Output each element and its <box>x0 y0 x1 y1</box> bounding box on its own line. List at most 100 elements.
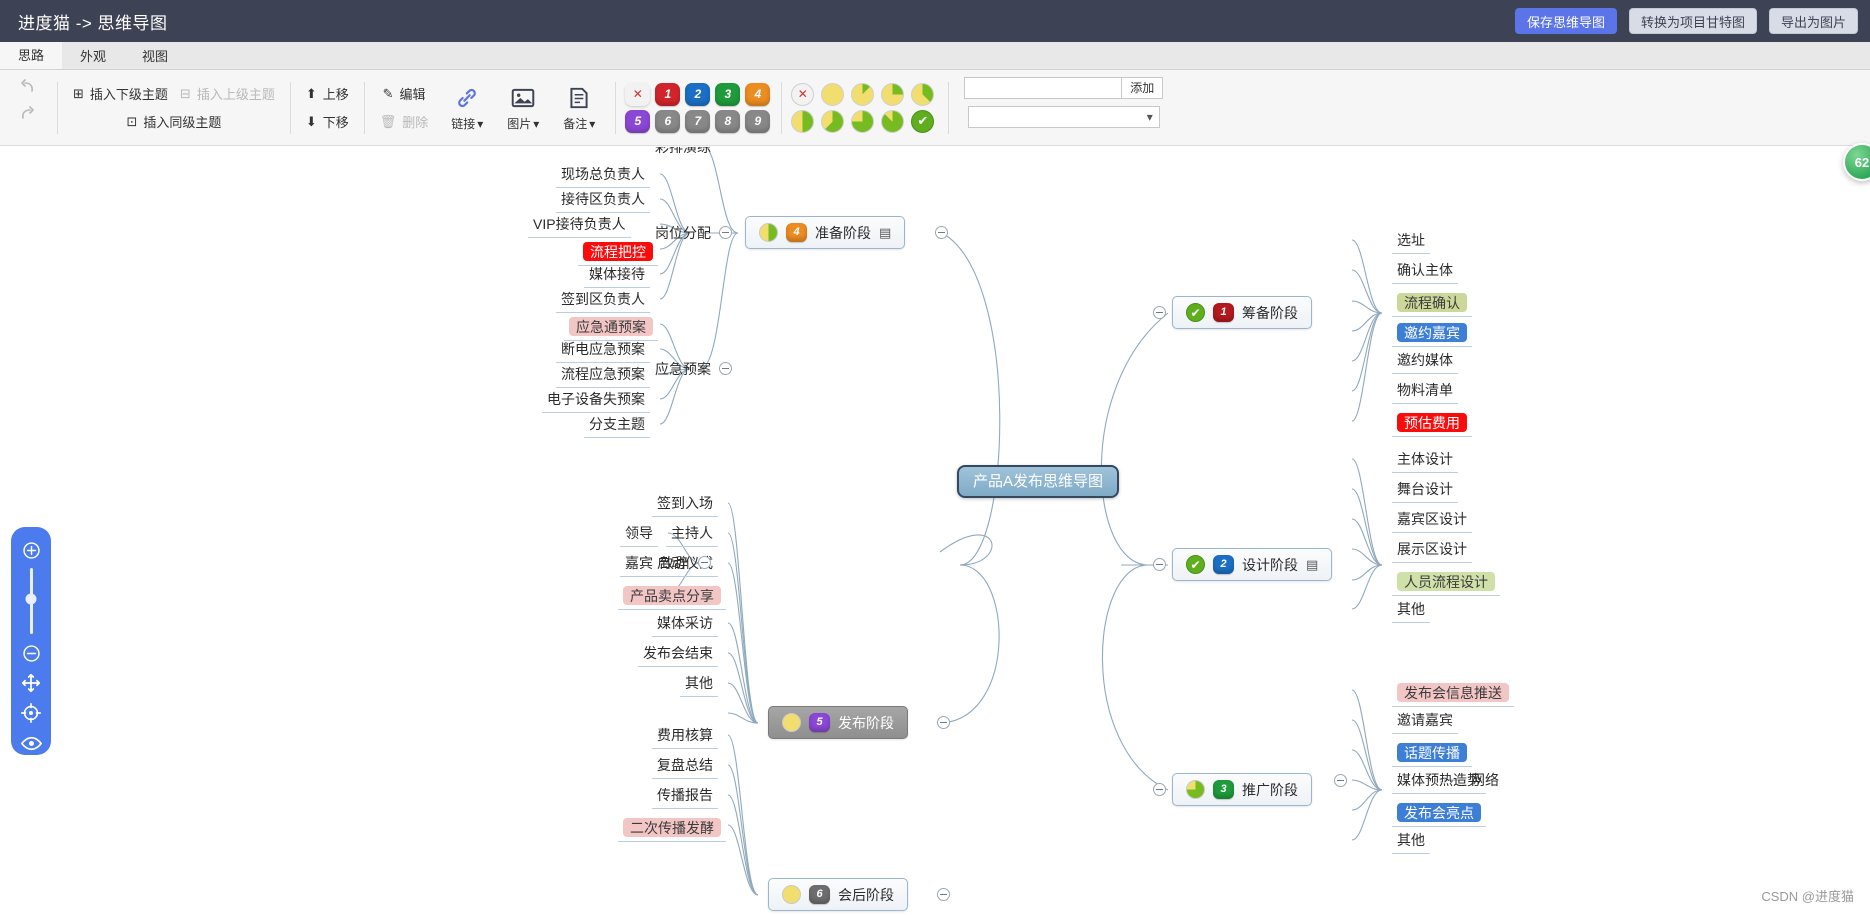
zoom-in-icon[interactable] <box>19 538 43 562</box>
leaf-node[interactable]: 邀约嘉宾 <box>1392 320 1472 347</box>
leaf-node[interactable]: 邀约媒体 <box>1392 350 1458 374</box>
group-node-rehearsal[interactable]: 彩排演练 <box>650 147 716 160</box>
chevron-down-icon-link[interactable]: ▾ <box>477 117 483 131</box>
tab-waiGuan[interactable]: 外观 <box>62 42 124 69</box>
leaf-node[interactable]: 流程把控 <box>578 239 658 266</box>
leaf-node[interactable]: 主体设计 <box>1392 449 1458 473</box>
leaf-node[interactable]: 发布会信息推送 <box>1392 680 1514 707</box>
progress-100-button[interactable]: ✔ <box>911 109 935 133</box>
move-down-button[interactable]: ⬇ 下移 <box>300 111 355 132</box>
leaf-node[interactable]: 费用核算 <box>652 725 718 749</box>
move-icon[interactable] <box>19 671 43 695</box>
insert-sibling-topic-button[interactable]: ⊡ 插入同级主题 <box>120 111 227 132</box>
progress-0-button[interactable] <box>821 82 845 106</box>
phase-node-after[interactable]: 6 会后阶段 <box>768 878 908 911</box>
leaf-node[interactable]: 领导 <box>620 523 658 547</box>
leaf-node[interactable]: 电子设备失预案 <box>542 389 650 413</box>
leaf-node[interactable]: 嘉宾区设计 <box>1392 509 1472 533</box>
leaf-node[interactable]: 现场总负责人 <box>556 164 650 188</box>
leaf-node[interactable]: 接待区负责人 <box>556 189 650 213</box>
priority-8-button[interactable]: 8 <box>715 109 741 133</box>
collapse-toggle-design[interactable] <box>1153 558 1166 571</box>
tab-shiTu[interactable]: 视图 <box>124 42 186 69</box>
progress-12-button[interactable] <box>851 82 875 106</box>
leaf-node[interactable]: 流程应急预案 <box>556 364 650 388</box>
zoom-slider-knob[interactable] <box>25 593 37 605</box>
add-button[interactable]: 添加 <box>1122 76 1164 99</box>
phase-node-release[interactable]: 5 发布阶段 <box>768 706 908 739</box>
collapse-toggle-release[interactable] <box>937 716 950 729</box>
leaf-node[interactable]: 舞台设计 <box>1392 479 1458 503</box>
priority-1-button[interactable]: 1 <box>655 82 681 106</box>
leaf-node[interactable]: 确认主体 <box>1392 260 1458 284</box>
group-node-speech[interactable]: 致辞 <box>655 553 693 576</box>
priority-5-button[interactable]: 5 <box>625 109 651 133</box>
insert-child-topic-button[interactable]: ⊞ 插入下级主题 <box>67 83 174 104</box>
leaf-node[interactable]: 嘉宾 <box>620 553 658 577</box>
collapse-toggle-speech[interactable] <box>698 556 711 569</box>
leaf-node[interactable]: 应急通预案 <box>564 314 658 341</box>
tab-siLu[interactable]: 思路 <box>0 42 63 69</box>
leaf-node[interactable]: 复盘总结 <box>652 755 718 779</box>
edit-button[interactable]: ✎ 编辑 <box>377 83 432 104</box>
leaf-node[interactable]: 其他 <box>1392 599 1430 623</box>
leaf-node[interactable]: 邀请嘉宾 <box>1392 710 1458 734</box>
leaf-node[interactable]: 选址 <box>1392 230 1430 254</box>
leaf-node[interactable]: VIP接待负责人 <box>528 214 631 238</box>
root-node[interactable]: 产品A发布思维导图 <box>957 465 1120 498</box>
collapse-toggle-posts[interactable] <box>719 226 732 239</box>
note-icon[interactable]: ▤ <box>1306 558 1318 571</box>
leaf-node[interactable]: 其他 <box>1392 830 1430 854</box>
leaf-node[interactable]: 产品卖点分享 <box>618 583 726 610</box>
leaf-node[interactable]: 其他 <box>680 673 718 697</box>
leaf-node[interactable]: 物料清单 <box>1392 380 1458 404</box>
progress-62-button[interactable] <box>821 109 845 133</box>
link-button[interactable]: 链接 ▾ <box>440 83 494 132</box>
phase-node-prepare[interactable]: 4 准备阶段 ▤ <box>745 216 906 249</box>
collapse-toggle-after[interactable] <box>937 888 950 901</box>
progress-25-button[interactable] <box>881 82 905 106</box>
progress-37-button[interactable] <box>911 82 935 106</box>
promote-subchild-node[interactable]: 网络 <box>1466 770 1504 793</box>
group-node-posts[interactable]: 岗位分配 <box>650 223 716 246</box>
leaf-node[interactable]: 签到入场 <box>652 493 718 517</box>
leaf-node[interactable]: 发布会结束 <box>638 643 718 667</box>
priority-7-button[interactable]: 7 <box>685 109 711 133</box>
image-button[interactable]: 图片 ▾ <box>496 83 550 132</box>
phase-node-design[interactable]: ✔ 2 设计阶段 ▤ <box>1172 548 1333 581</box>
add-input[interactable] <box>964 76 1123 99</box>
leaf-node[interactable]: 媒体接待 <box>584 264 650 288</box>
collapse-toggle-zhoubei[interactable] <box>1153 306 1166 319</box>
leaf-node[interactable]: 预估费用 <box>1392 410 1472 437</box>
priority-clear-button[interactable]: ✕ <box>625 82 651 106</box>
center-target-icon[interactable] <box>19 701 43 725</box>
priority-6-button[interactable]: 6 <box>655 109 681 133</box>
leaf-node[interactable]: 传播报告 <box>652 785 718 809</box>
phase-node-promote[interactable]: 3 推广阶段 <box>1172 773 1312 806</box>
leaf-node[interactable]: 媒体采访 <box>652 613 718 637</box>
progress-50-button[interactable] <box>791 109 815 133</box>
zoom-out-icon[interactable] <box>19 641 43 665</box>
phase-node-zhoubei[interactable]: ✔ 1 筹备阶段 <box>1172 296 1312 329</box>
chevron-down-icon-note[interactable]: ▾ <box>589 117 595 131</box>
delete-button[interactable]: 🗑 删除 <box>374 111 435 132</box>
group-node-emergency[interactable]: 应急预案 <box>650 359 716 382</box>
note-button[interactable]: 备注 ▾ <box>552 83 606 132</box>
priority-2-button[interactable]: 2 <box>685 82 711 106</box>
priority-3-button[interactable]: 3 <box>715 82 741 106</box>
leaf-node[interactable]: 断电应急预案 <box>556 339 650 363</box>
leaf-node[interactable]: 展示区设计 <box>1392 539 1472 563</box>
priority-4-button[interactable]: 4 <box>745 82 771 106</box>
leaf-node[interactable]: 二次传播发酵 <box>618 815 726 842</box>
leaf-node[interactable]: 签到区负责人 <box>556 289 650 313</box>
leaf-node[interactable]: 人员流程设计 <box>1392 569 1500 596</box>
progress-75-button[interactable] <box>851 109 875 133</box>
leaf-node[interactable]: 分支主题 <box>584 414 650 438</box>
leaf-node[interactable]: 话题传播 <box>1392 740 1472 767</box>
priority-9-button[interactable]: 9 <box>745 109 771 133</box>
leaf-node[interactable]: 主持人 <box>666 523 718 547</box>
zoom-slider[interactable] <box>25 568 37 634</box>
progress-clear-button[interactable]: ✕ <box>791 82 815 106</box>
leaf-node[interactable]: 发布会亮点 <box>1392 800 1486 827</box>
export-image-button[interactable]: 导出为图片 <box>1768 8 1858 34</box>
